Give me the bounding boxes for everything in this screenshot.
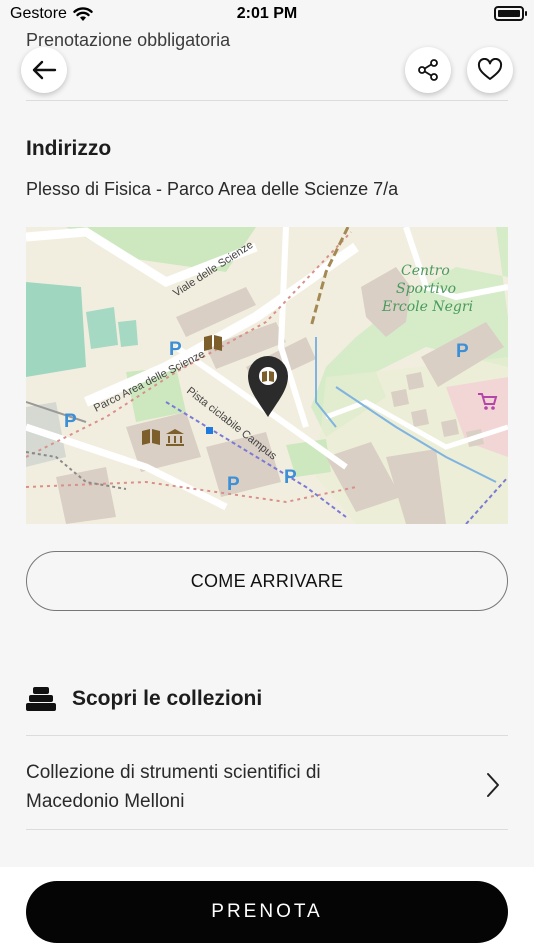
map-pin-icon [248, 356, 288, 417]
back-arrow-icon [32, 60, 57, 80]
parking-label: P [456, 341, 469, 362]
share-button[interactable] [405, 47, 451, 93]
parking-label: P [227, 474, 240, 495]
status-time: 2:01 PM [236, 5, 298, 22]
divider [26, 829, 508, 830]
poi-label: Sportivo [396, 281, 456, 297]
map-canvas: P P P P P Viale delle Scienze Parco Area… [26, 227, 508, 524]
battery-icon [494, 6, 527, 21]
poi-label: Ercole Negri [381, 299, 473, 315]
book-button[interactable]: PRENOTA [26, 881, 508, 943]
poi-label: Centro [401, 263, 450, 279]
collections-header: Scopri le collezioni [26, 686, 262, 712]
share-icon [418, 59, 438, 81]
divider [26, 100, 508, 101]
address-heading: Indirizzo [26, 137, 112, 160]
divider [26, 735, 508, 736]
address-text: Plesso di Fisica - Parco Area delle Scie… [26, 179, 399, 199]
directions-button[interactable]: COME ARRIVARE [26, 551, 508, 611]
back-button[interactable] [21, 47, 67, 93]
parking-label: P [169, 339, 182, 360]
status-bar: Gestore 2:01 PM [0, 0, 534, 28]
collection-item-title-line: Macedonio Melloni [26, 791, 185, 812]
parking-label: P [284, 467, 297, 488]
parking-label: P [64, 411, 77, 432]
location-map[interactable]: P P P P P Viale delle Scienze Parco Area… [26, 227, 508, 524]
chevron-right-icon [487, 773, 499, 797]
heart-icon [477, 58, 503, 80]
collection-item[interactable]: Collezione di strumenti scientifici di M… [26, 758, 508, 822]
collection-item-title: Collezione di strumenti scientifici di M… [26, 758, 446, 816]
collections-heading: Scopri le collezioni [72, 687, 263, 710]
stack-icon [26, 687, 56, 711]
booking-note: Prenotazione obbligatoria [26, 30, 231, 50]
favorite-button[interactable] [467, 47, 513, 93]
collection-item-title-line: Collezione di strumenti scientifici di [26, 762, 321, 783]
